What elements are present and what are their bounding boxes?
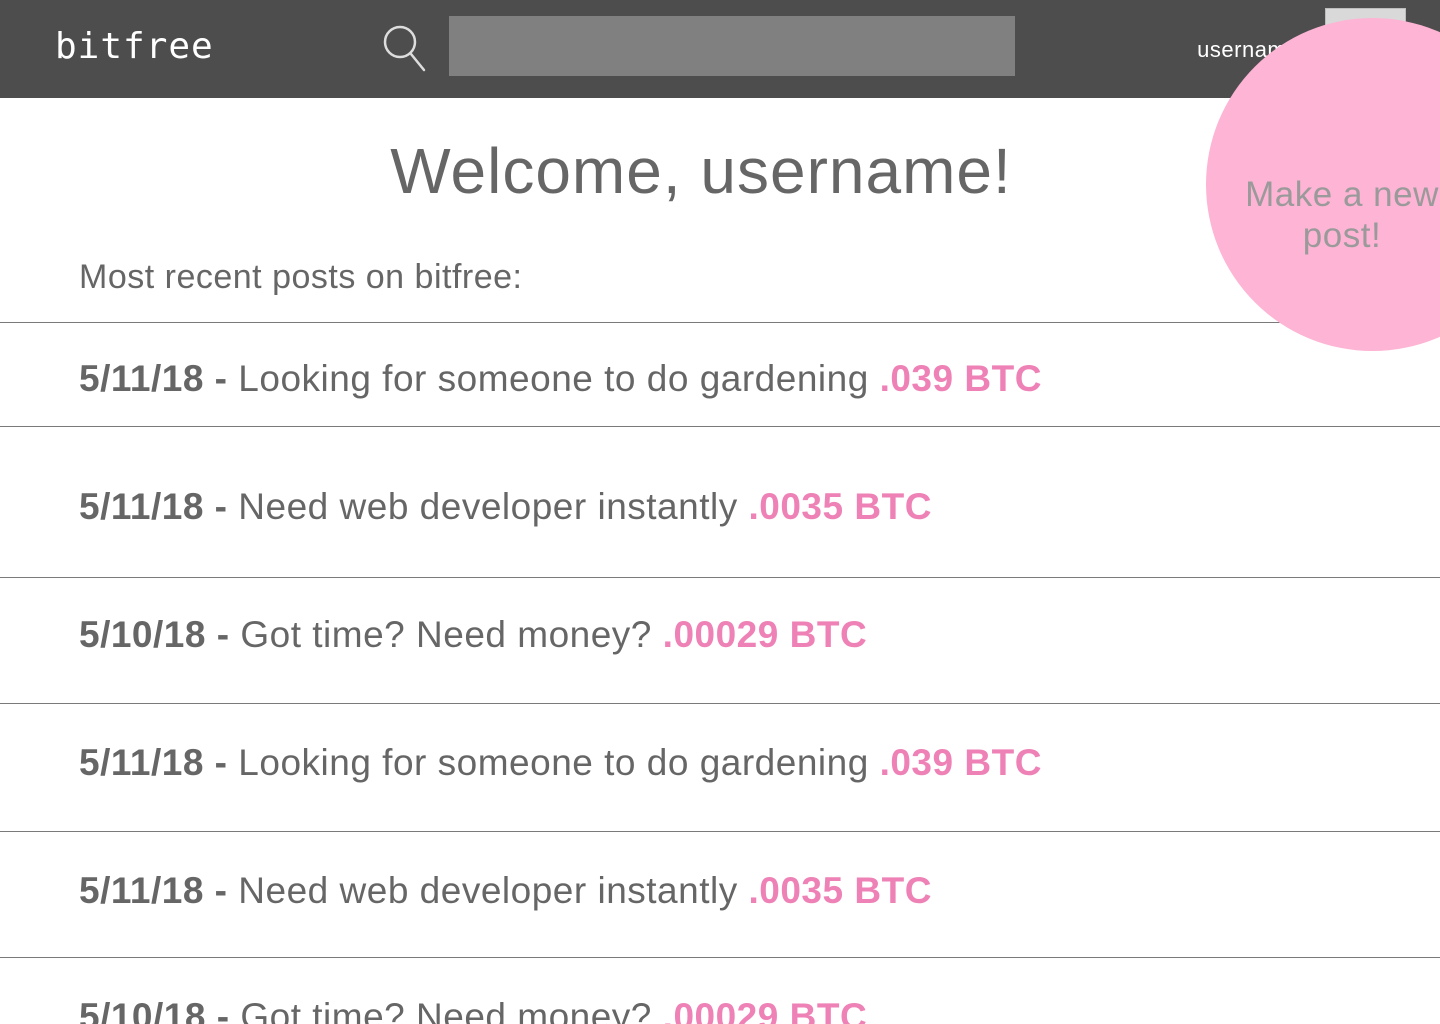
list-divider [0,831,1440,832]
post-price: .039 BTC [879,358,1042,399]
post-price: .0035 BTC [748,870,932,911]
search-icon[interactable] [382,24,428,74]
post-date: 5/10/18 [79,996,206,1024]
post-date: 5/11/18 [79,870,204,911]
post-date: 5/10/18 [79,614,206,655]
post-separator: - [203,742,239,783]
section-label: Most recent posts on bitfree: [79,258,523,296]
search-input[interactable] [449,16,1015,76]
post-title: Looking for someone to do gardening [238,742,880,783]
logo[interactable]: bitfree [55,26,214,67]
post-date: 5/11/18 [79,486,204,527]
list-divider [0,703,1440,704]
post-title: Looking for someone to do gardening [238,358,880,399]
post-date: 5/11/18 [79,358,204,399]
page-title: Welcome, username! [390,135,1012,207]
post-price: .00029 BTC [662,996,868,1024]
post-price: .00029 BTC [662,614,868,655]
post-separator: - [203,870,239,911]
post-date: 5/11/18 [79,742,204,783]
post-separator: - [205,614,241,655]
post-item[interactable]: 5/11/18 - Looking for someone to do gard… [79,742,1042,784]
list-divider [0,957,1440,958]
post-price: .0035 BTC [748,486,932,527]
post-item[interactable]: 5/10/18 - Got time? Need money? .00029 B… [79,996,867,1024]
post-title: Got time? Need money? [240,614,663,655]
post-item[interactable]: 5/11/18 - Need web developer instantly .… [79,486,932,528]
post-title: Need web developer instantly [238,870,749,911]
post-item[interactable]: 5/10/18 - Got time? Need money? .00029 B… [79,614,867,656]
post-title: Got time? Need money? [240,996,663,1024]
page: bitfree username Welcome, username! Most… [0,0,1440,1024]
list-divider [0,322,1300,323]
post-separator: - [205,996,241,1024]
post-separator: - [203,358,239,399]
list-divider [0,577,1440,578]
list-divider [0,426,1440,427]
post-price: .039 BTC [879,742,1042,783]
post-separator: - [203,486,239,527]
post-title: Need web developer instantly [238,486,749,527]
post-item[interactable]: 5/11/18 - Looking for someone to do gard… [79,358,1042,400]
top-bar: bitfree username [0,0,1440,98]
post-item[interactable]: 5/11/18 - Need web developer instantly .… [79,870,932,912]
